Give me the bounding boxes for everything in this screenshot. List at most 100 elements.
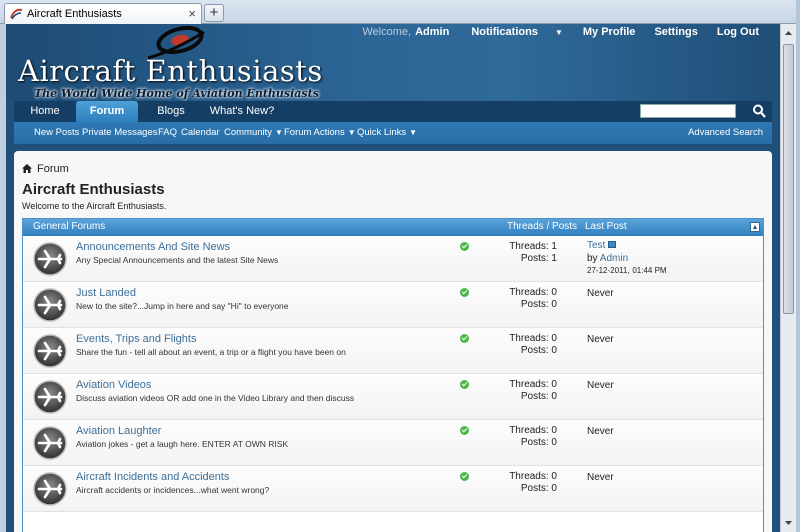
forum-row: Events, Trips and Flights Share the fun -… <box>23 328 763 374</box>
site-tagline: The World Wide Home of Aviation Enthusia… <box>34 87 319 100</box>
tab-whats-new[interactable]: What's New? <box>204 101 280 122</box>
post-count: Posts: 0 <box>520 299 557 310</box>
last-post-date: 27-12-2011, 01:44 PM <box>587 265 667 276</box>
last-post-title[interactable]: Test <box>587 240 617 251</box>
forum-row: Announcements And Site News Any Special A… <box>23 236 763 282</box>
forum-row: Aviation Laughter Aviation jokes - get a … <box>23 420 763 466</box>
forum-description: Share the fun - tell all about an event,… <box>76 347 346 357</box>
tab-home[interactable]: Home <box>14 101 76 122</box>
forum-block: General Forums Threads / Posts Last Post… <box>22 218 764 532</box>
last-post-link[interactable]: Test <box>587 240 605 251</box>
column-last-post: Last Post <box>585 221 627 232</box>
tab-close-icon[interactable]: × <box>188 6 196 21</box>
subnav-community-label: Community <box>224 127 273 138</box>
forum-block-title[interactable]: General Forums <box>33 221 105 232</box>
forum-description: Discuss aviation videos OR add one in th… <box>76 393 355 403</box>
my-profile-link[interactable]: My Profile <box>577 26 643 38</box>
subnav-community[interactable]: Community ▼ <box>224 127 283 138</box>
airplane-icon[interactable] <box>33 380 67 414</box>
forum-row: Just Landed New to the site?...Jump in he… <box>23 282 763 328</box>
tab-blogs[interactable]: Blogs <box>144 101 198 122</box>
forum-list: Announcements And Site News Any Special A… <box>23 236 763 512</box>
last-post-day: 27-12-2011, <box>587 266 630 275</box>
site-logo-title[interactable]: Aircraft Enthusiasts <box>18 54 323 88</box>
checkmark-icon <box>460 242 469 251</box>
last-post-never: Never <box>587 288 614 299</box>
page-description: Welcome to the Aircraft Enthusiasts. <box>22 201 167 211</box>
logout-link[interactable]: Log Out <box>705 26 766 38</box>
breadcrumb-forum[interactable]: Forum <box>37 163 69 175</box>
subnav-private-messages[interactable]: Private Messages <box>82 127 158 138</box>
checkmark-icon <box>460 380 469 389</box>
forum-description: New to the site?...Jump in here and say … <box>76 301 289 311</box>
airplane-icon[interactable] <box>33 426 67 460</box>
forum-title-link[interactable]: Aviation Laughter <box>76 425 161 437</box>
page-title: Aircraft Enthusiasts <box>22 181 165 198</box>
thread-count: Threads: 0 <box>509 425 557 436</box>
collapse-icon[interactable] <box>750 222 760 232</box>
forum-description: Aviation jokes - get a laugh here. ENTER… <box>76 439 289 449</box>
post-count: Posts: 1 <box>520 253 557 264</box>
browser-tab[interactable]: Aircraft Enthusiasts × <box>4 3 202 24</box>
post-count: Posts: 0 <box>520 391 557 402</box>
forum-title-link[interactable]: Aircraft Incidents and Accidents <box>76 471 229 483</box>
search-icon[interactable] <box>752 103 766 119</box>
last-post-time: 01:44 PM <box>632 266 667 275</box>
new-tab-button[interactable]: + <box>204 4 224 22</box>
settings-link[interactable]: Settings <box>642 26 704 38</box>
go-to-post-icon[interactable] <box>608 241 617 248</box>
notifications-label: Notifications <box>471 26 538 38</box>
username-link[interactable]: Admin <box>415 26 457 38</box>
browser-tab-title: Aircraft Enthusiasts <box>27 8 122 20</box>
thread-count: Threads: 0 <box>509 287 557 298</box>
notifications-menu[interactable]: Notifications ▼ <box>457 26 577 38</box>
thread-count: Threads: 1 <box>509 241 557 252</box>
checkmark-icon <box>460 288 469 297</box>
subnav-forum-actions[interactable]: Forum Actions ▼ <box>284 127 356 138</box>
subnav-quick-links[interactable]: Quick Links ▼ <box>357 127 417 138</box>
advanced-search-link[interactable]: Advanced Search <box>688 127 763 138</box>
forum-title-link[interactable]: Events, Trips and Flights <box>76 333 196 345</box>
post-count: Posts: 0 <box>520 483 557 494</box>
subnav-forum-actions-label: Forum Actions <box>284 127 345 138</box>
vertical-scrollbar[interactable] <box>780 24 796 532</box>
subnav-new-posts[interactable]: New Posts <box>34 127 79 138</box>
chevron-down-icon: ▼ <box>554 28 563 37</box>
column-threads-posts: Threads / Posts <box>507 221 578 232</box>
airplane-icon[interactable] <box>33 242 67 276</box>
airplane-icon[interactable] <box>33 472 67 506</box>
thread-count: Threads: 0 <box>509 333 557 344</box>
thread-count: Threads: 0 <box>509 379 557 390</box>
thread-count: Threads: 0 <box>509 471 557 482</box>
last-post-by: by <box>587 253 598 264</box>
scroll-up-arrow-icon[interactable] <box>783 28 794 39</box>
post-count: Posts: 0 <box>520 437 557 448</box>
scrollbar-thumb[interactable] <box>783 44 794 314</box>
forum-title-link[interactable]: Just Landed <box>76 287 136 299</box>
subnav-faq[interactable]: FAQ <box>158 127 177 138</box>
home-icon[interactable] <box>22 164 32 173</box>
window-border <box>796 0 800 532</box>
checkmark-icon <box>460 334 469 343</box>
tab-forum[interactable]: Forum <box>76 101 138 122</box>
last-post-user-link[interactable]: Admin <box>600 253 628 264</box>
main-navbar: Home Forum Blogs What's New? <box>14 101 772 122</box>
subnav-quick-links-label: Quick Links <box>357 127 407 138</box>
last-post-never: Never <box>587 426 614 437</box>
search-input[interactable] <box>640 104 736 118</box>
subnav-calendar[interactable]: Calendar <box>181 127 220 138</box>
airplane-icon[interactable] <box>33 334 67 368</box>
last-post-never: Never <box>587 334 614 345</box>
checkmark-icon <box>460 472 469 481</box>
forum-row: Aviation Videos Discuss aviation videos O… <box>23 374 763 420</box>
last-post-author: by Admin <box>587 253 628 264</box>
favicon-icon <box>10 8 23 20</box>
page-viewport: Welcome, Admin Notifications ▼ My Profile… <box>6 24 780 532</box>
forum-title-link[interactable]: Announcements And Site News <box>76 241 230 253</box>
airplane-icon[interactable] <box>33 288 67 322</box>
main-content: Forum Aircraft Enthusiasts Welcome to th… <box>14 151 772 532</box>
scroll-down-arrow-icon[interactable] <box>783 517 794 528</box>
chevron-down-icon: ▼ <box>275 128 283 137</box>
forum-description: Aircraft accidents or incidences...what … <box>76 485 270 495</box>
forum-title-link[interactable]: Aviation Videos <box>76 379 151 391</box>
